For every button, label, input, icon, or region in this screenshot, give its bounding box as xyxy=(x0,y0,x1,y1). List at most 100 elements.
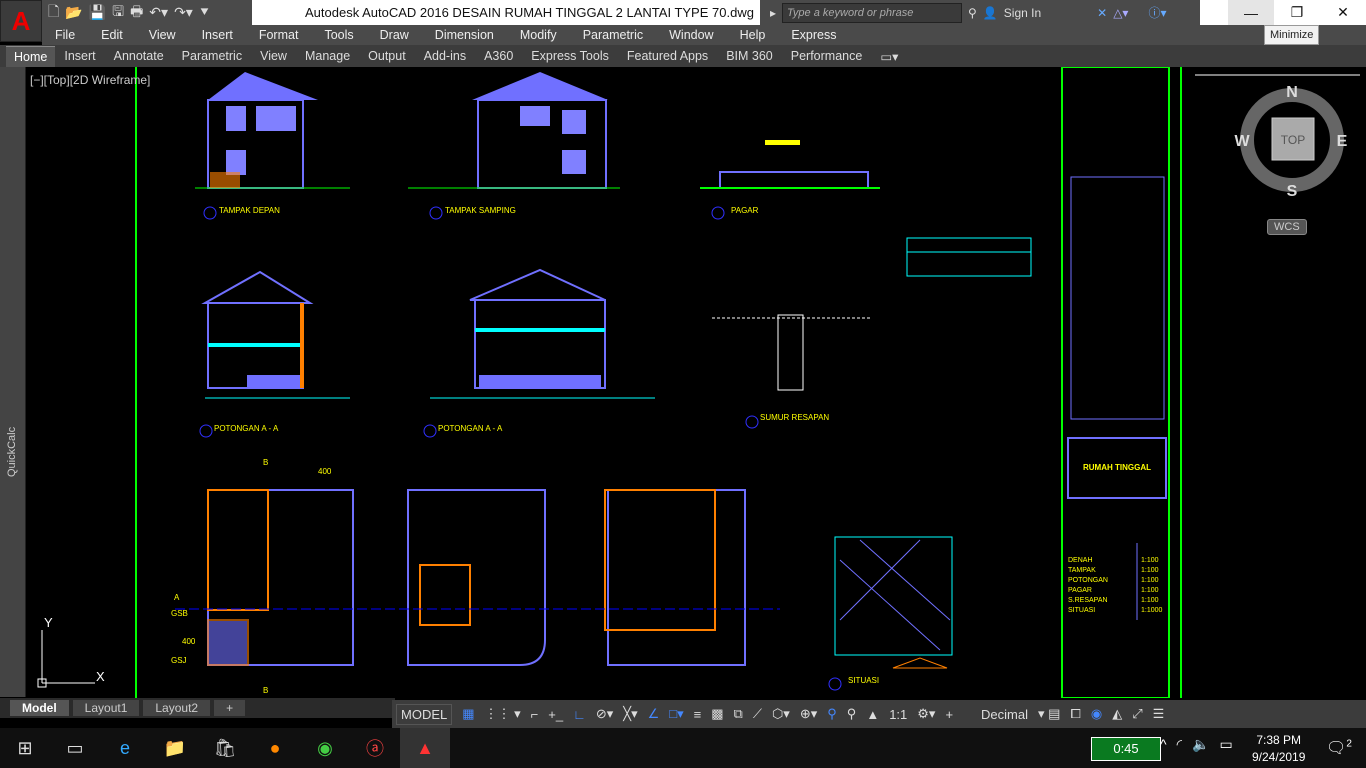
menu-help[interactable]: Help xyxy=(727,28,779,42)
menu-modify[interactable]: Modify xyxy=(507,28,570,42)
tab-view[interactable]: View xyxy=(251,49,296,63)
menu-draw[interactable]: Draw xyxy=(367,28,422,42)
tab-layout1[interactable]: Layout1 xyxy=(72,700,140,716)
add-layout-button[interactable]: + xyxy=(214,700,246,716)
polar-icon[interactable]: ⊘▾ xyxy=(596,706,613,722)
auto-scale-icon[interactable]: ⚲ xyxy=(847,706,857,722)
dynamic-input-icon[interactable]: +_ xyxy=(548,707,563,722)
grid-icon[interactable]: ▦ xyxy=(462,706,474,722)
new-icon[interactable]: 🗋 xyxy=(48,1,59,25)
selection-cycling-icon[interactable]: ⧉ xyxy=(734,706,743,722)
drawing-canvas[interactable]: TAMPAK DEPAN TAMPAK SAMPING PAGAR POTONG… xyxy=(26,67,1366,698)
clean-screen-icon[interactable]: ⤢ xyxy=(1132,706,1142,722)
lineweight-icon[interactable]: ≡ xyxy=(694,707,702,722)
application-menu-button[interactable]: A xyxy=(0,0,42,42)
menu-edit[interactable]: Edit xyxy=(88,28,136,42)
isolate-objects-icon[interactable]: ◉ xyxy=(1091,706,1102,722)
undo-icon[interactable]: ↶▾ xyxy=(149,4,168,21)
volume-icon[interactable]: 🔈 xyxy=(1192,736,1209,753)
search-input[interactable]: Type a keyword or phrase xyxy=(782,2,963,23)
object-snap-icon[interactable]: □▾ xyxy=(669,706,683,722)
customization-icon[interactable]: ☰ xyxy=(1153,706,1165,722)
ucs-y-label: Y xyxy=(44,615,53,630)
sign-in-button[interactable]: Sign In xyxy=(1004,6,1041,20)
viewport-controls[interactable]: [−][Top][2D Wireframe] xyxy=(30,73,150,87)
annotation-visibility-icon[interactable]: ⚲ xyxy=(827,706,837,722)
tab-layout2[interactable]: Layout2 xyxy=(143,700,211,716)
start-icon[interactable]: ⊞ xyxy=(0,728,50,768)
clock[interactable]: 7:38 PM 9/24/2019 xyxy=(1252,732,1305,766)
units-dropdown[interactable]: Decimal xyxy=(981,707,1028,722)
menu-format[interactable]: Format xyxy=(246,28,312,42)
quick-properties-icon[interactable]: ▾ ▤ xyxy=(1038,706,1060,722)
isodraft-icon[interactable]: ╳▾ xyxy=(623,706,637,722)
firefox-icon[interactable]: ● xyxy=(250,728,300,768)
transparency-icon[interactable]: ▩ xyxy=(711,706,723,722)
maximize-button[interactable]: ❐ xyxy=(1274,0,1320,25)
ribbon-toggle-icon[interactable]: ▭▾ xyxy=(871,49,907,64)
wcs-menu[interactable]: WCS xyxy=(1267,219,1307,235)
snap-icon[interactable]: ⋮⋮ ▾ xyxy=(485,706,521,722)
tab-bim360[interactable]: BIM 360 xyxy=(717,49,782,63)
battery-icon[interactable]: ▭ xyxy=(1219,736,1232,753)
menu-file[interactable]: File xyxy=(42,28,88,42)
customize-icon[interactable]: ⯆ xyxy=(199,4,210,21)
object-snap-tracking-icon[interactable]: ∠ xyxy=(648,706,660,722)
infer-constraints-icon[interactable]: ⌐ xyxy=(531,707,539,722)
menu-window[interactable]: Window xyxy=(656,28,726,42)
tab-featured-apps[interactable]: Featured Apps xyxy=(618,49,717,63)
isometric-icon[interactable]: ⬡▾ xyxy=(772,706,790,722)
tab-manage[interactable]: Manage xyxy=(296,49,359,63)
app-icon[interactable]: ⓐ xyxy=(350,728,400,768)
notifications-icon[interactable]: 🗨2 xyxy=(1326,738,1352,758)
a360-icon[interactable]: △▾ xyxy=(1113,6,1128,20)
store-icon[interactable]: 🛍 xyxy=(200,728,250,768)
model-space-button[interactable]: MODEL xyxy=(396,703,453,725)
tab-output[interactable]: Output xyxy=(359,49,415,63)
gizmo-icon[interactable]: ⊕▾ xyxy=(800,706,817,722)
menu-insert[interactable]: Insert xyxy=(189,28,246,42)
menu-dimension[interactable]: Dimension xyxy=(422,28,507,42)
tab-performance[interactable]: Performance xyxy=(782,49,872,63)
minimize-button[interactable]: — xyxy=(1228,0,1274,25)
tab-express-tools[interactable]: Express Tools xyxy=(522,49,618,63)
quickcalc-palette[interactable]: QuickCalc xyxy=(0,67,26,697)
redo-icon[interactable]: ↷▾ xyxy=(174,4,193,21)
menu-express[interactable]: Express xyxy=(778,28,849,42)
tab-home[interactable]: Home xyxy=(6,45,56,67)
print-icon[interactable]: 🖶 xyxy=(130,1,143,25)
tab-parametric[interactable]: Parametric xyxy=(173,49,251,63)
tab-a360[interactable]: A360 xyxy=(475,49,522,63)
exchange-icon[interactable]: ✕ xyxy=(1097,6,1107,20)
menu-tools[interactable]: Tools xyxy=(311,28,366,42)
edge-icon[interactable]: e xyxy=(100,728,150,768)
binoculars-icon[interactable]: ⚲ xyxy=(968,6,977,20)
chrome-icon[interactable]: ◉ xyxy=(300,728,350,768)
tab-annotate[interactable]: Annotate xyxy=(105,49,173,63)
annotation-scale-icon[interactable]: ▲ xyxy=(866,707,879,722)
tab-model[interactable]: Model xyxy=(10,700,69,716)
task-view-icon[interactable]: ▭ xyxy=(50,728,100,768)
annotation-scale-value[interactable]: 1:1 xyxy=(889,707,907,722)
autocad-taskbar-icon[interactable]: ▲ xyxy=(400,728,450,768)
chevron-up-icon[interactable]: ^ xyxy=(1160,736,1167,753)
open-icon[interactable]: 📂 xyxy=(65,4,82,21)
hardware-acceleration-icon[interactable]: ◭ xyxy=(1112,706,1122,722)
menu-parametric[interactable]: Parametric xyxy=(570,28,656,42)
menu-view[interactable]: View xyxy=(136,28,189,42)
tab-insert[interactable]: Insert xyxy=(55,49,104,63)
expand-arrow-icon[interactable]: ▸ xyxy=(770,6,776,20)
lock-ui-icon[interactable]: ⧠ xyxy=(1070,706,1080,722)
close-button[interactable]: ✕ xyxy=(1320,0,1366,25)
save-icon[interactable]: 💾 xyxy=(89,4,106,21)
annotation-monitor-icon[interactable]: + xyxy=(945,707,953,722)
wifi-icon[interactable]: ◜ xyxy=(1177,736,1182,753)
tab-addins[interactable]: Add-ins xyxy=(415,49,475,63)
workspace-gear-icon[interactable]: ⚙▾ xyxy=(917,706,935,722)
help-icon[interactable]: ⓘ▾ xyxy=(1148,4,1166,21)
ortho-icon[interactable]: ∟ xyxy=(573,707,586,722)
viewcube[interactable]: N S E W TOP xyxy=(1222,78,1362,211)
save-as-icon[interactable]: 🖫 xyxy=(112,1,124,25)
3d-osnap-icon[interactable]: ⟋ xyxy=(753,706,762,722)
file-explorer-icon[interactable]: 📁 xyxy=(150,728,200,768)
